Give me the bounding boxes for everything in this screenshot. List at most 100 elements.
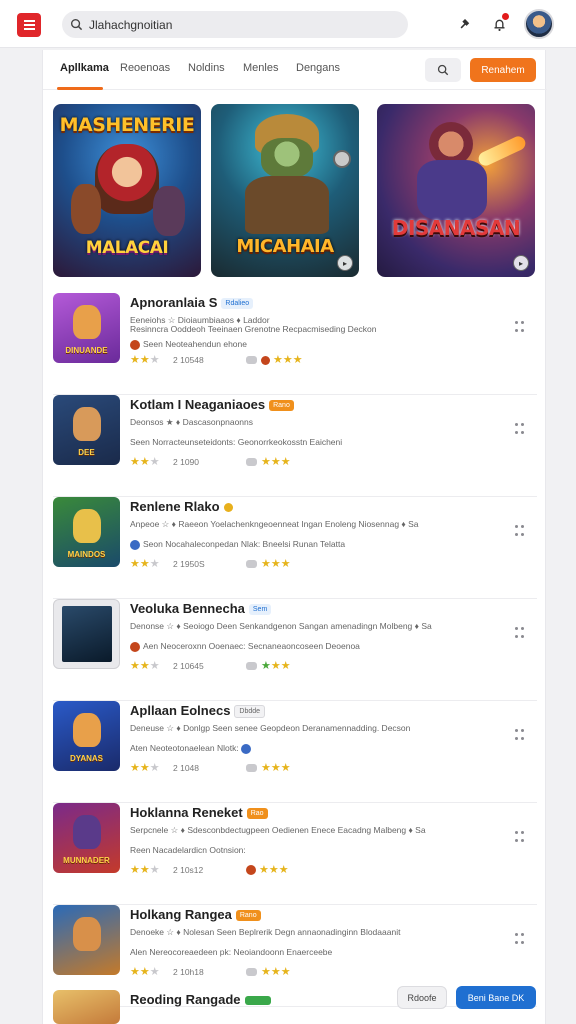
notification-icon[interactable] — [490, 13, 509, 33]
active-tab-indicator — [57, 87, 103, 90]
banner-character — [71, 184, 101, 234]
app-badge: Rao — [246, 808, 268, 820]
download-count: 2 10645 — [173, 661, 204, 671]
list-item[interactable]: MUNNADER Hoklanna Reneket Rao Serpcnele ☆… — [53, 803, 537, 905]
avatar[interactable] — [524, 9, 554, 39]
tab-dengans[interactable]: Dengans — [296, 62, 340, 90]
app-name: Reoding Rangade — [130, 992, 271, 1007]
app-name: Holkang Rangea Rano — [130, 907, 261, 922]
download-count: 2 1950S — [173, 559, 205, 569]
menu-icon[interactable] — [17, 13, 41, 37]
banner-character — [417, 160, 487, 220]
search-bar[interactable] — [62, 11, 408, 38]
app-name: Kotlam I Neaganiaoes Rano — [130, 397, 294, 412]
tab-action-button[interactable]: Renahem — [470, 58, 536, 82]
list-item[interactable]: DINUANDE Apnoranlaia S Rdalieo Eeneiohs ☆… — [53, 293, 537, 395]
tab-noldins[interactable]: Noldins — [188, 62, 225, 90]
rating-stars: ★★★ — [130, 660, 160, 672]
app-thumbnail — [53, 905, 120, 975]
app-badge: Sem — [248, 604, 272, 616]
review-rating: ★★★ — [246, 965, 291, 978]
banner-subtitle: MICAHAIA — [236, 236, 334, 257]
download-count: 2 10h18 — [173, 967, 204, 977]
list-item[interactable]: Veoluka Bennecha Sem Denonse ☆ ♦ Seoiogo … — [53, 599, 537, 701]
app-meta: Deonsos ★ ♦ Dascasonpnaonns — [130, 417, 254, 427]
tab-reoenoas[interactable]: Reoenoas — [120, 62, 170, 90]
featured-banner-1[interactable]: MASHENERIE MALACAI — [53, 104, 201, 277]
banner-effect — [476, 134, 528, 168]
drag-handle-icon[interactable] — [515, 831, 525, 843]
rating-stars: ★★★ — [130, 558, 160, 570]
app-badge: Rano — [235, 910, 261, 922]
app-badge: Rano — [269, 400, 294, 412]
main-panel: Apllkama Reoenoas Noldins Menles Dengans… — [42, 50, 547, 1024]
drag-handle-icon[interactable] — [515, 729, 525, 741]
review-rating: ★★★ — [246, 659, 291, 672]
banner-character — [261, 138, 313, 178]
app-meta: Denoeke ☆ ♦ Nolesan Seen Beplrerik Degn … — [130, 927, 401, 937]
app-badge: Dbdde — [234, 705, 266, 719]
notification-badge — [502, 13, 509, 20]
app-thumbnail: DEE — [53, 395, 120, 465]
app-name: Hoklanna Reneket Rao — [130, 805, 268, 820]
app-description: Resinncra Ooddeoh Teeinaen Grenotne Recp… — [130, 324, 377, 334]
app-name: Apnoranlaia S Rdalieo — [130, 295, 254, 310]
banner-character — [333, 150, 351, 168]
tools-icon[interactable] — [456, 15, 474, 33]
app-meta: Anpeoe ☆ ♦ Raeeon Yoelachenkngeoenneat I… — [130, 519, 419, 529]
app-thumbnail — [53, 990, 120, 1024]
rating-stars: ★★★ — [130, 864, 160, 876]
download-count: 2 1090 — [173, 457, 199, 467]
banner-subtitle: DISANASAN — [391, 216, 521, 240]
list-item[interactable]: DYANAS Apllaan Eolnecs Dbdde Deneuse ☆ ♦ … — [53, 701, 537, 803]
tab-apllkama[interactable]: Apllkama — [60, 62, 109, 90]
app-badge: Rdalieo — [221, 298, 254, 310]
review-rating: ★★★ — [246, 455, 291, 468]
app-developer: Seen Neoteahendun ehone — [130, 339, 460, 350]
app-meta: Deneuse ☆ ♦ Donlgp Seen senee Geopdeon D… — [130, 723, 411, 733]
app-name: Apllaan Eolnecs Dbdde — [130, 703, 266, 719]
rating-stars: ★★★ — [130, 354, 160, 366]
review-rating: ★★★ — [246, 557, 291, 570]
primary-button[interactable]: Beni Bane DK — [456, 986, 536, 1009]
drag-handle-icon[interactable] — [515, 933, 525, 945]
app-meta: Serpcnele ☆ ♦ Sdesconbdectugpeen Oediene… — [130, 825, 426, 835]
download-count: 2 10s12 — [173, 865, 204, 875]
app-developer: Aen Neoceroxnn Ooenaec: Secnaneaoncoseen… — [130, 641, 460, 652]
app-name: Renlene Rlako — [130, 499, 233, 514]
app-thumbnail: DINUANDE — [53, 293, 120, 363]
search-icon — [70, 18, 83, 31]
tab-menles[interactable]: Menles — [243, 62, 278, 90]
search-input[interactable] — [89, 17, 389, 32]
top-bar — [0, 0, 576, 48]
drag-handle-icon[interactable] — [515, 627, 525, 639]
app-developer: Reen Nacadelardicn Ootnsion: — [130, 845, 246, 855]
tab-bar: Apllkama Reoenoas Noldins Menles Dengans… — [43, 50, 547, 90]
secondary-button[interactable]: Rdoofe — [397, 986, 447, 1009]
drag-handle-icon[interactable] — [515, 423, 525, 435]
review-rating: ★★★ — [246, 353, 303, 366]
drag-handle-icon[interactable] — [515, 321, 525, 333]
app-developer: Alen Nereocoreaedeen pk: Neoiandoonn Ena… — [130, 947, 333, 957]
rating-stars: ★★★ — [130, 966, 160, 978]
play-icon[interactable]: ▸ — [513, 255, 529, 271]
download-count: 2 1048 — [173, 763, 199, 773]
banner-character — [95, 144, 159, 214]
banner-title: MASHENERIE — [59, 114, 195, 136]
app-thumbnail — [53, 599, 120, 669]
download-count: 2 10548 — [173, 355, 204, 365]
rating-stars: ★★★ — [130, 762, 160, 774]
app-thumbnail: MUNNADER — [53, 803, 120, 873]
app-thumbnail: MAINDOS — [53, 497, 120, 567]
play-icon[interactable]: ▸ — [337, 255, 353, 271]
rating-stars: ★★★ — [130, 456, 160, 468]
tab-search-button[interactable] — [425, 58, 461, 82]
banner-character — [245, 176, 329, 234]
list-item[interactable]: MAINDOS Renlene Rlako Anpeoe ☆ ♦ Raeeon … — [53, 497, 537, 599]
review-rating: ★★★ — [246, 761, 291, 774]
featured-banner-2[interactable]: MICAHAIA ▸ — [211, 104, 359, 277]
drag-handle-icon[interactable] — [515, 525, 525, 537]
list-item[interactable]: DEE Kotlam I Neaganiaoes Rano Deonsos ★ ♦… — [53, 395, 537, 497]
app-meta: Denonse ☆ ♦ Seoiogo Deen Senkandgenon Sa… — [130, 621, 432, 631]
featured-banner-3[interactable]: DISANASAN ▸ — [377, 104, 535, 277]
